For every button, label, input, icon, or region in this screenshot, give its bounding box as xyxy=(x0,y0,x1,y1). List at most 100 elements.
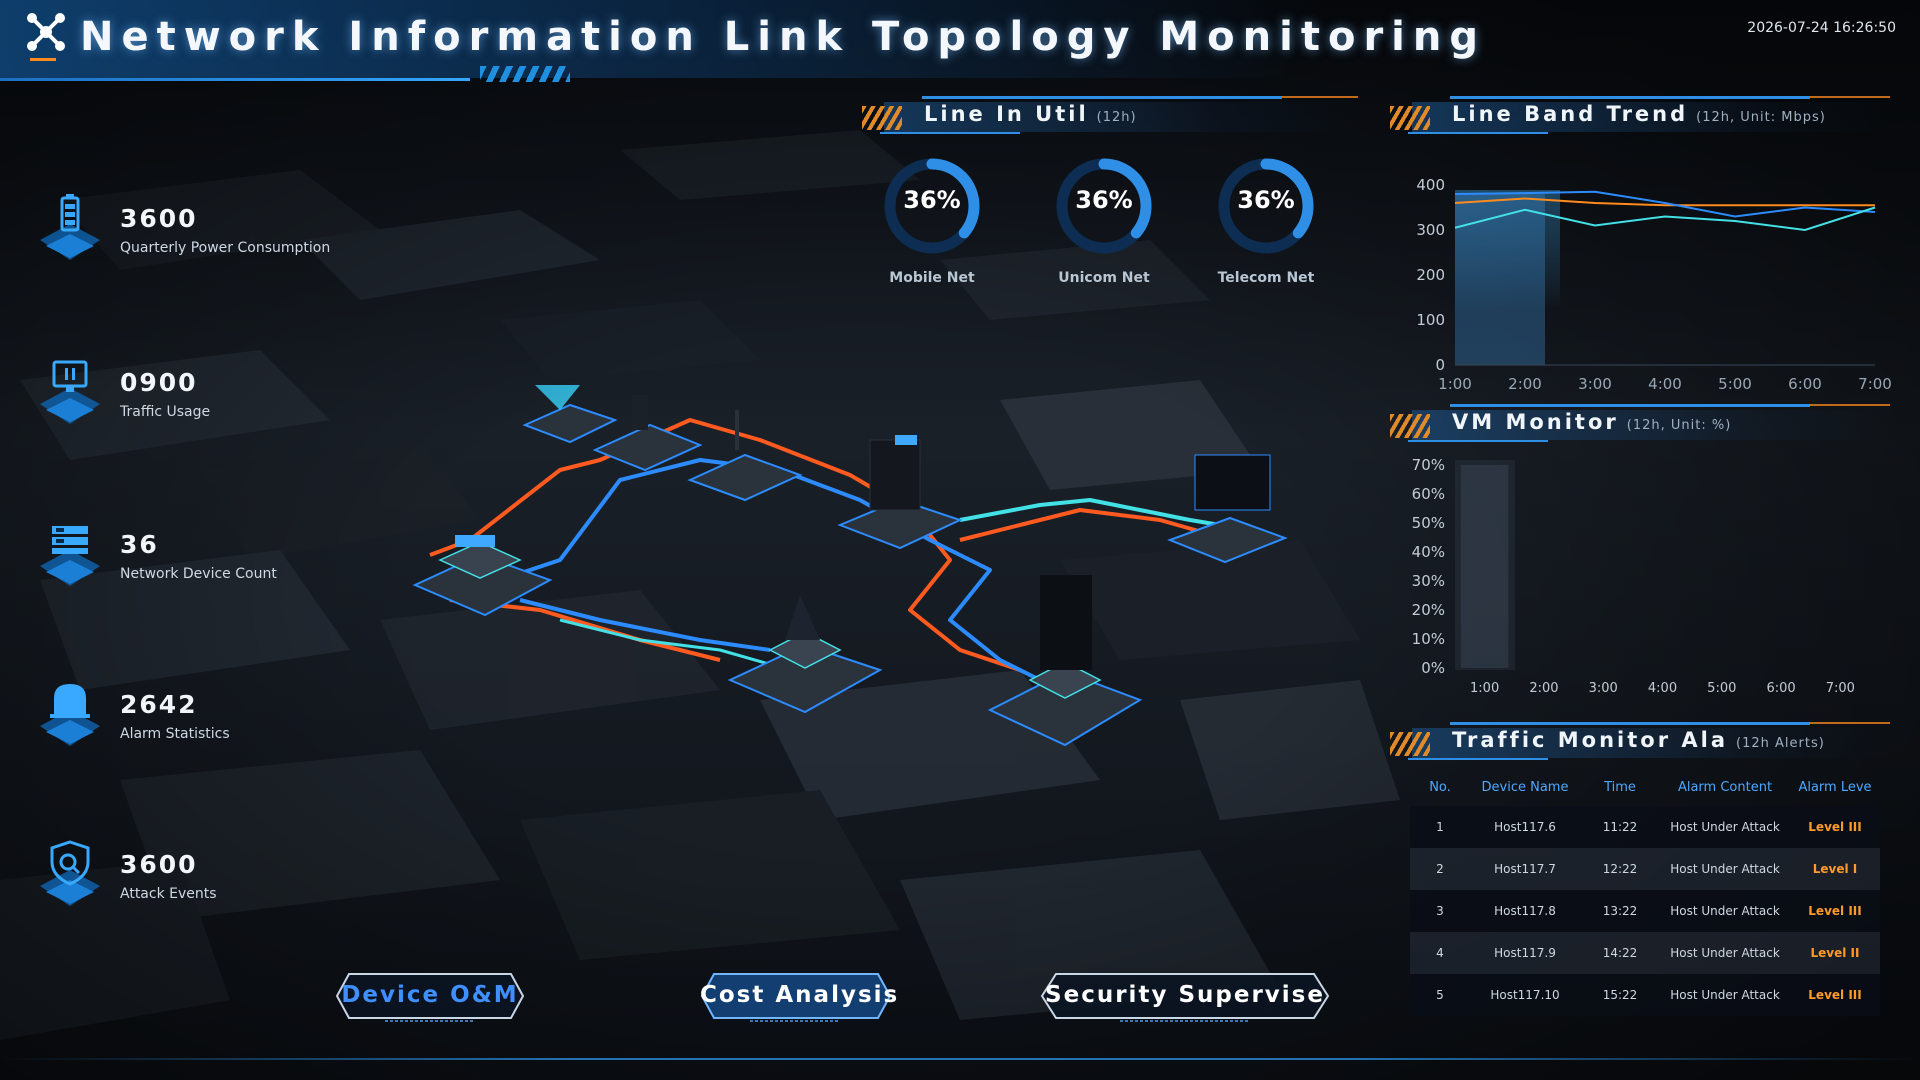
table-row[interactable]: 4 Host117.9 14:22 Host Under Attack Leve… xyxy=(1410,932,1880,974)
cell-level: Level III xyxy=(1808,904,1862,918)
gauge-unicom-net: 36% Unicom Net xyxy=(1034,150,1154,300)
nav-device-om-button[interactable]: Device O&M xyxy=(335,972,525,1022)
table-row[interactable]: 5 Host117.10 15:22 Host Under Attack Lev… xyxy=(1410,974,1880,1016)
y-tick-label: 300 xyxy=(1416,221,1445,239)
cell-content: Host Under Attack xyxy=(1670,988,1780,1002)
y-tick-label: 50% xyxy=(1412,514,1445,532)
header: Network Information Link Topology Monito… xyxy=(0,0,1920,90)
table-header: No. Device Name Time Alarm Content Alarm… xyxy=(1410,768,1880,806)
column-header[interactable]: Time xyxy=(1580,780,1660,795)
column-header[interactable]: Device Name xyxy=(1470,780,1580,795)
gauge-value: 36% xyxy=(1075,186,1133,214)
header-stripes xyxy=(480,66,570,82)
cell-device: Host117.9 xyxy=(1494,946,1556,960)
stat-traffic[interactable]: 0900 Traffic Usage xyxy=(28,358,368,448)
cell-time: 13:22 xyxy=(1602,904,1638,918)
gauge-label: Telecom Net xyxy=(1217,270,1315,286)
header-accent-line xyxy=(0,78,470,81)
nav-cost-analysis-button[interactable]: Cost Analysis xyxy=(700,972,900,1022)
cell-content: Host Under Attack xyxy=(1670,820,1780,834)
battery-icon xyxy=(40,194,100,260)
cell-time: 14:22 xyxy=(1602,946,1638,960)
alarm-bell-icon xyxy=(40,684,100,746)
y-tick-label: 60% xyxy=(1412,485,1445,503)
cell-device: Host117.8 xyxy=(1494,904,1556,918)
y-tick-label: 0% xyxy=(1421,659,1445,677)
cell-no: 4 xyxy=(1436,946,1444,960)
column-header[interactable]: Alarm Content xyxy=(1660,780,1790,795)
alarm-table: No. Device Name Time Alarm Content Alarm… xyxy=(1410,768,1880,1016)
cell-device: Host117.7 xyxy=(1494,862,1556,876)
x-tick-label: 5:00 xyxy=(1718,375,1752,393)
x-tick-label: 7:00 xyxy=(1826,681,1855,696)
stat-label: Quarterly Power Consumption xyxy=(120,240,331,256)
logo-underline xyxy=(30,58,56,61)
x-tick-label: 1:00 xyxy=(1438,375,1472,393)
page-title: Network Information Link Topology Monito… xyxy=(80,14,1486,60)
x-tick-label: 4:00 xyxy=(1648,375,1682,393)
table-row[interactable]: 2 Host117.7 12:22 Host Under Attack Leve… xyxy=(1410,848,1880,890)
cell-level: Level II xyxy=(1810,946,1860,960)
stat-label: Attack Events xyxy=(120,886,217,902)
stat-value: 3600 xyxy=(120,850,198,879)
stat-alarm[interactable]: 2642 Alarm Statistics xyxy=(28,680,368,770)
cell-level: Level I xyxy=(1812,862,1858,876)
stat-power[interactable]: 3600 Quarterly Power Consumption xyxy=(28,194,368,284)
panel-title: Line In Util xyxy=(924,102,1089,126)
highlight-column xyxy=(1455,194,1545,365)
highlight-column xyxy=(1460,465,1509,668)
server-rack-icon xyxy=(40,526,100,586)
shield-search-icon xyxy=(40,840,100,906)
datetime: 2026-07-24 16:26:50 xyxy=(1747,20,1896,36)
y-tick-label: 200 xyxy=(1416,266,1445,284)
cell-level: Level III xyxy=(1808,988,1862,1002)
network-logo-icon xyxy=(27,13,65,51)
panel-title-line-util: Line In Util (12h) xyxy=(862,96,1358,136)
x-tick-label: 5:00 xyxy=(1707,681,1736,696)
panel-title: Line Band Trend xyxy=(1452,102,1689,126)
footer-line xyxy=(0,1058,1920,1060)
y-tick-label: 400 xyxy=(1416,176,1445,194)
gauge-label: Unicom Net xyxy=(1058,270,1150,286)
panel-subtitle: (12h) xyxy=(1096,110,1137,125)
x-tick-label: 1:00 xyxy=(1470,681,1499,696)
table-row[interactable]: 3 Host117.8 13:22 Host Under Attack Leve… xyxy=(1410,890,1880,932)
cell-device: Host117.10 xyxy=(1490,988,1560,1002)
column-header[interactable]: No. xyxy=(1410,780,1470,795)
y-tick-label: 100 xyxy=(1416,311,1445,329)
stat-label: Alarm Statistics xyxy=(120,726,230,742)
stat-value: 0900 xyxy=(120,368,198,397)
x-tick-label: 7:00 xyxy=(1858,375,1892,393)
cell-no: 1 xyxy=(1436,820,1444,834)
cell-device: Host117.6 xyxy=(1494,820,1556,834)
table-row[interactable]: 1 Host117.6 11:22 Host Under Attack Leve… xyxy=(1410,806,1880,848)
x-tick-label: 2:00 xyxy=(1529,681,1558,696)
x-tick-label: 4:00 xyxy=(1648,681,1677,696)
panel-subtitle: (12h Alerts) xyxy=(1736,736,1825,751)
nav-security-supervise-button[interactable]: Security Supervise xyxy=(1040,972,1330,1022)
y-tick-label: 20% xyxy=(1412,601,1445,619)
y-tick-label: 30% xyxy=(1412,572,1445,590)
gauge-mobile-net: 36% Mobile Net xyxy=(862,150,982,300)
column-header[interactable]: Alarm Leve xyxy=(1790,780,1880,795)
panel-title-band-trend: Line Band Trend (12h, Unit: Mbps) xyxy=(1390,96,1890,136)
stat-device-count[interactable]: 36 Network Device Count xyxy=(28,520,368,610)
cell-time: 15:22 xyxy=(1602,988,1638,1002)
y-tick-label: 40% xyxy=(1412,543,1445,561)
gauge-value: 36% xyxy=(903,186,961,214)
panel-title: VM Monitor xyxy=(1452,410,1619,434)
cell-level: Level III xyxy=(1808,820,1862,834)
band-trend-chart: 0 100 200 300 400 1:00 2:00 3:00 4:00 5:00 6:00 7:0… xyxy=(1416,176,1892,393)
x-tick-label: 3:00 xyxy=(1589,681,1618,696)
panel-subtitle: (12h, Unit: %) xyxy=(1626,418,1732,433)
stat-label: Traffic Usage xyxy=(120,404,211,420)
cell-content: Host Under Attack xyxy=(1670,862,1780,876)
cell-time: 11:22 xyxy=(1602,820,1638,834)
gauge-label: Mobile Net xyxy=(889,270,975,286)
nav-label: Cost Analysis xyxy=(700,982,900,1008)
monitor-icon xyxy=(40,360,100,424)
gauge-telecom-net: 36% Telecom Net xyxy=(1196,150,1316,300)
y-tick-label: 70% xyxy=(1412,456,1445,474)
stat-attack[interactable]: 3600 Attack Events xyxy=(28,840,368,930)
y-tick-label: 10% xyxy=(1412,630,1445,648)
